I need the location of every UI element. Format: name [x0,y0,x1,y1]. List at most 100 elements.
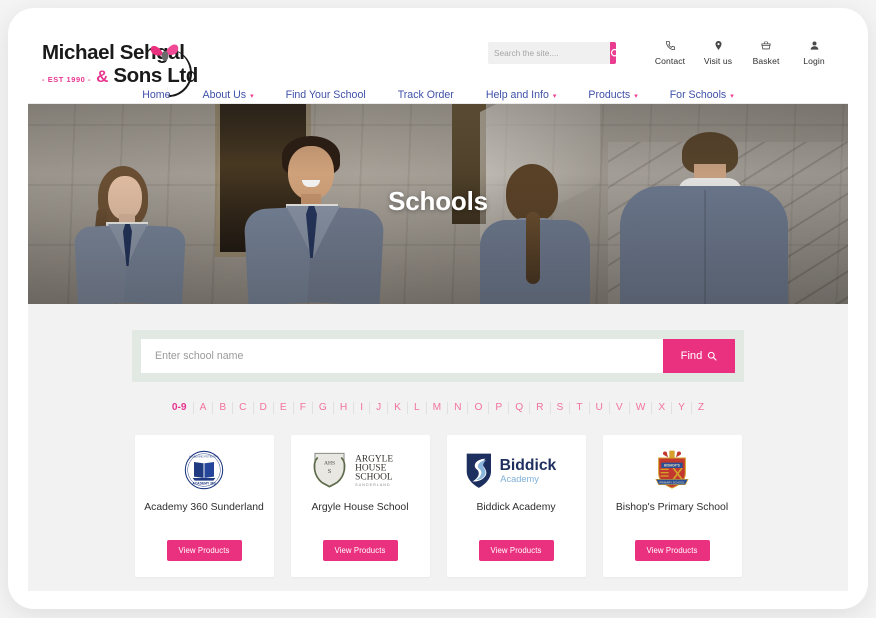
map-pin-icon [694,40,742,53]
alpha-filter-s[interactable]: S [551,402,571,414]
svg-text:AHS: AHS [324,460,335,466]
svg-text:SUNDERLAND: SUNDERLAND [355,483,390,487]
alpha-filter-p[interactable]: P [489,402,510,414]
nav-item-help-and-info[interactable]: Help and Info ▾ [470,89,573,101]
alpha-filter-q[interactable]: Q [509,402,531,414]
schools-content-section: Find 0-9 A B C D E F G H I [28,304,848,591]
alpha-filter-w[interactable]: W [630,402,653,414]
alpha-filter-i[interactable]: I [354,402,371,414]
school-card[interactable]: AHS S ARGYLE HOUSE SCHOOL SUNDERLAND Arg… [290,435,430,577]
logo-established-text: - EST 1990 - [42,75,92,84]
nav-item-help-and-info-label: Help and Info [485,89,549,101]
school-finder-field-group: Find [141,339,735,373]
alpha-filter-0-9[interactable]: 0-9 [166,402,194,414]
utility-visit-us-label: Visit us [703,56,733,66]
site-logo[interactable]: Michael Sehgal - EST 1990 - & Sons Ltd [42,42,198,98]
alpha-filter-a[interactable]: A [194,402,214,414]
school-name-input[interactable] [141,339,663,373]
site-search[interactable] [488,42,616,64]
alpha-filter-k[interactable]: K [388,402,408,414]
utility-contact-label: Contact [654,56,686,66]
view-products-button[interactable]: View Products [634,540,710,561]
svg-text:ACADEMY 360: ACADEMY 360 [192,482,215,486]
alpha-filter-j[interactable]: J [370,402,389,414]
alpha-filter-h[interactable]: H [334,402,355,414]
school-card[interactable]: Biddick Academy Biddick Academy View Pro… [446,435,586,577]
user-icon [790,40,838,53]
alpha-filter-b[interactable]: B [213,402,234,414]
find-school-button[interactable]: Find [663,339,735,373]
chevron-down-icon: ▾ [730,92,734,100]
logo-ampersand: & [96,67,109,86]
view-products-button[interactable]: View Products [322,540,398,561]
chevron-down-icon: ▾ [250,92,254,100]
school-name: Bishop's Primary School [615,502,729,513]
site-header: Michael Sehgal - EST 1990 - & Sons Ltd S… [28,28,848,104]
svg-text:BISHOP'S: BISHOP'S [664,464,681,468]
school-name: Argyle House School [311,502,409,513]
alphabet-filter: 0-9 A B C D E F G H I J K L M N O P Q R … [28,402,848,414]
main-navigation: Home About Us ▾ Find Your School Track O… [28,89,848,101]
browser-window-frame: Michael Sehgal - EST 1990 - & Sons Ltd S… [8,8,868,609]
nav-item-products[interactable]: Products ▾ [572,89,653,101]
academy-360-crest: ACADEMY 360 ACHIEVING POTENTIAL [184,447,224,493]
view-products-button[interactable]: View Products [478,540,554,561]
school-card[interactable]: ACADEMY 360 ACHIEVING POTENTIAL Academy … [134,435,274,577]
nav-item-products-label: Products [588,89,631,101]
utility-basket-label: Basket [752,56,780,66]
school-name: Academy 360 Sunderland [144,502,264,513]
school-finder-panel: Find [132,330,744,382]
search-input[interactable] [488,42,610,64]
alpha-filter-x[interactable]: X [652,402,673,414]
alpha-filter-m[interactable]: M [427,402,449,414]
alpha-filter-y[interactable]: Y [672,402,692,414]
alpha-filter-r[interactable]: R [530,402,551,414]
alpha-filter-n[interactable]: N [448,402,469,414]
biddick-academy-shield: Biddick Academy [461,447,571,493]
alpha-filter-g[interactable]: G [313,402,334,414]
view-products-button[interactable]: View Products [166,540,242,561]
utility-basket[interactable]: Basket [742,40,790,66]
svg-text:PRIMARY SCHOOL: PRIMARY SCHOOL [659,480,685,484]
schools-grid: ACADEMY 360 ACHIEVING POTENTIAL Academy … [28,435,848,577]
svg-text:Academy: Academy [500,474,539,484]
nav-item-home-label: Home [142,89,171,101]
alpha-filter-e[interactable]: E [274,402,294,414]
nav-item-track-order-label: Track Order [397,89,454,101]
nav-item-track-order[interactable]: Track Order [382,89,470,101]
basket-icon [742,40,790,53]
utility-contact[interactable]: Contact [646,40,694,66]
alpha-filter-o[interactable]: O [468,402,490,414]
school-name: Biddick Academy [476,502,556,513]
hero-banner: Schools [28,104,848,304]
nav-item-about-us[interactable]: About Us ▾ [187,89,270,101]
nav-item-for-schools[interactable]: For Schools ▾ [654,89,750,101]
phone-icon [646,40,694,53]
utility-login[interactable]: Login [790,40,838,66]
chevron-down-icon: ▾ [634,92,638,100]
svg-text:S: S [328,468,332,475]
nav-item-home[interactable]: Home [126,89,186,101]
nav-item-about-us-label: About Us [202,89,247,101]
page-title: Schools [388,186,488,216]
bishops-primary-crest: BISHOP'S PRIMARY SCHOOL [652,447,692,493]
svg-text:ACHIEVING POTENTIAL: ACHIEVING POTENTIAL [189,454,220,458]
alpha-filter-f[interactable]: F [294,402,313,414]
utility-visit-us[interactable]: Visit us [694,40,742,66]
alpha-filter-u[interactable]: U [590,402,610,414]
nav-item-for-schools-label: For Schools [669,89,727,101]
alpha-filter-v[interactable]: V [610,402,630,414]
search-icon [708,351,717,361]
find-school-button-label: Find [680,350,703,362]
search-submit-button[interactable] [610,42,616,64]
alpha-filter-l[interactable]: L [408,402,427,414]
svg-text:SCHOOL: SCHOOL [355,473,393,483]
nav-item-find-your-school[interactable]: Find Your School [270,89,382,101]
school-card[interactable]: BISHOP'S PRIMARY SCHOOL Bishop's Primary… [602,435,742,577]
alpha-filter-d[interactable]: D [254,402,274,414]
butterfly-icon [150,44,179,61]
utility-bar: Contact Visit us [488,40,838,66]
alpha-filter-c[interactable]: C [233,402,254,414]
alpha-filter-t[interactable]: T [570,402,590,414]
alpha-filter-z[interactable]: Z [692,402,710,414]
